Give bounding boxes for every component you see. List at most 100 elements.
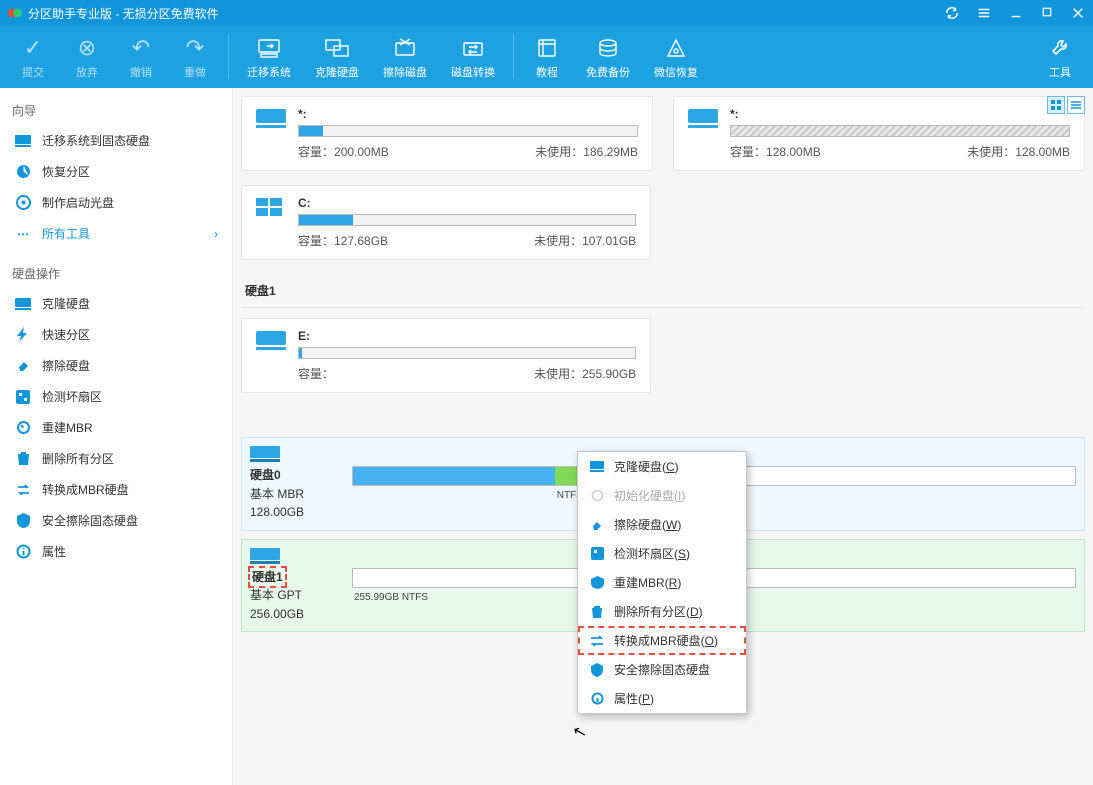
refresh-icon[interactable] [945, 6, 959, 20]
sidebar-delete-all[interactable]: 删除所有分区 [8, 443, 224, 474]
wechat-icon [664, 34, 688, 62]
maximize-icon[interactable] [1041, 6, 1053, 20]
tools-button[interactable]: 工具 [1033, 30, 1087, 84]
sidebar-convert-mbr[interactable]: 转换成MBR硬盘 [8, 474, 224, 505]
sidebar-wipe-disk[interactable]: 擦除硬盘 [8, 350, 224, 381]
book-icon [535, 34, 559, 62]
drive-icon [256, 331, 286, 351]
partition-name: E: [298, 329, 636, 343]
context-item[interactable]: 属性(P) [578, 684, 746, 713]
windows-drive-icon [256, 198, 286, 218]
sidebar-quick-partition[interactable]: 快速分区 [8, 319, 224, 350]
wipe-icon [392, 34, 418, 62]
info-icon [14, 544, 32, 560]
cursor-icon: ↖ [571, 721, 589, 744]
sidebar-clone-disk[interactable]: 克隆硬盘 [8, 288, 224, 319]
shield-icon [14, 513, 32, 529]
check-icon: ✓ [24, 34, 42, 62]
grid-icon [14, 389, 32, 405]
sidebar-rebuild-mbr[interactable]: 重建MBR [8, 412, 224, 443]
ctx-icon [588, 576, 606, 589]
wipe-button[interactable]: 擦除磁盘 [371, 30, 439, 84]
clone-button[interactable]: 克隆硬盘 [303, 30, 371, 84]
context-menu: 克隆硬盘(C)初始化硬盘(I)擦除硬盘(W)检测坏扇区(S)重建MBR(R)删除… [577, 451, 747, 714]
eraser-icon [14, 358, 32, 374]
app-logo-icon [8, 6, 22, 20]
sidebar-secure-erase[interactable]: 安全擦除固态硬盘 [8, 505, 224, 536]
tutorial-button[interactable]: 教程 [520, 30, 574, 84]
migrate-button[interactable]: 迁移系统 [235, 30, 303, 84]
sidebar-all-tools[interactable]: ⋯所有工具› [8, 218, 224, 249]
backup-button[interactable]: 免费备份 [574, 30, 642, 84]
minimize-icon[interactable] [1009, 6, 1023, 20]
context-item[interactable]: 检测坏扇区(S) [578, 539, 746, 568]
wechat-recovery-button[interactable]: 微信恢复 [642, 30, 710, 84]
chevron-right-icon: › [214, 227, 218, 241]
main-area: *: 容量：200.00MB未使用：186.29MB *: 容量：128.00M… [233, 88, 1093, 785]
sidebar-properties[interactable]: 属性 [8, 536, 224, 567]
disk-section-header: 硬盘1 [241, 274, 1085, 308]
partition-card[interactable]: *: 容量：200.00MB未使用：186.29MB [241, 96, 653, 171]
ctx-icon [588, 635, 606, 647]
diskops-header: 硬盘操作 [8, 259, 224, 288]
sidebar-boot-disc[interactable]: 制作启动光盘 [8, 187, 224, 218]
drive-icon [256, 109, 286, 129]
disc-icon [14, 195, 32, 211]
partition-name: *: [730, 107, 1070, 121]
grid-view-button[interactable] [1047, 96, 1065, 114]
sidebar-recover-partition[interactable]: 恢复分区 [8, 156, 224, 187]
ctx-icon [588, 461, 606, 472]
disk-icon [250, 548, 280, 566]
ssd-icon [14, 133, 32, 149]
context-item[interactable]: 擦除硬盘(W) [578, 510, 746, 539]
window-title: 分区助手专业版 - 无损分区免费软件 [28, 5, 945, 22]
sidebar: 向导 迁移系统到固态硬盘 恢复分区 制作启动光盘 ⋯所有工具› 硬盘操作 克隆硬… [0, 88, 233, 785]
sidebar-migrate-ssd[interactable]: 迁移系统到固态硬盘 [8, 125, 224, 156]
convert-small-icon [14, 482, 32, 498]
partition-card[interactable]: C: 容量：127.68GB未使用：107.01GB [241, 185, 651, 260]
backup-icon [596, 34, 620, 62]
disk-name: 硬盘1 [252, 570, 283, 584]
menu-icon[interactable] [977, 6, 991, 20]
view-toggle [1047, 96, 1085, 114]
context-item: 初始化硬盘(I) [578, 481, 746, 510]
disk-name: 硬盘0 [250, 468, 281, 482]
refresh-circle-icon [14, 420, 32, 436]
commit-button[interactable]: ✓提交 [6, 30, 60, 84]
ctx-icon [588, 692, 606, 705]
pie-icon [14, 164, 32, 180]
toolbar: ✓提交 ⊗放弃 ↶撤销 ↷重做 迁移系统 克隆硬盘 擦除磁盘 磁盘转换 教程 免… [0, 26, 1093, 88]
undo-button[interactable]: ↶撤销 [114, 30, 168, 84]
redo-button[interactable]: ↷重做 [168, 30, 222, 84]
partition-name: C: [298, 196, 636, 210]
drive-icon [688, 109, 718, 129]
context-item[interactable]: 转换成MBR硬盘(O) [578, 626, 746, 655]
list-view-button[interactable] [1067, 96, 1085, 114]
clone-icon [324, 34, 350, 62]
wrench-icon [1049, 34, 1071, 62]
convert-button[interactable]: 磁盘转换 [439, 30, 507, 84]
discard-button[interactable]: ⊗放弃 [60, 30, 114, 84]
titlebar: 分区助手专业版 - 无损分区免费软件 [0, 0, 1093, 26]
ctx-icon [588, 605, 606, 619]
context-item[interactable]: 安全擦除固态硬盘 [578, 655, 746, 684]
context-item[interactable]: 重建MBR(R) [578, 568, 746, 597]
context-item[interactable]: 删除所有分区(D) [578, 597, 746, 626]
sidebar-bad-sector[interactable]: 检测坏扇区 [8, 381, 224, 412]
redo-icon: ↷ [186, 34, 204, 62]
partition-card[interactable]: E: 容量：未使用：255.90GB [241, 318, 651, 393]
undo-icon: ↶ [132, 34, 150, 62]
convert-icon [460, 34, 486, 62]
disk-icon [250, 446, 280, 464]
ctx-icon [588, 547, 606, 560]
dots-icon: ⋯ [14, 226, 32, 242]
ctx-icon [588, 663, 606, 677]
partition-name: *: [298, 107, 638, 121]
context-item[interactable]: 克隆硬盘(C) [578, 452, 746, 481]
wizard-header: 向导 [8, 96, 224, 125]
ctx-icon [588, 489, 606, 502]
partition-card[interactable]: *: 容量：128.00MB未使用：128.00MB [673, 96, 1085, 171]
migrate-icon [256, 34, 282, 62]
close-icon[interactable] [1071, 6, 1085, 20]
discard-icon: ⊗ [78, 34, 96, 62]
